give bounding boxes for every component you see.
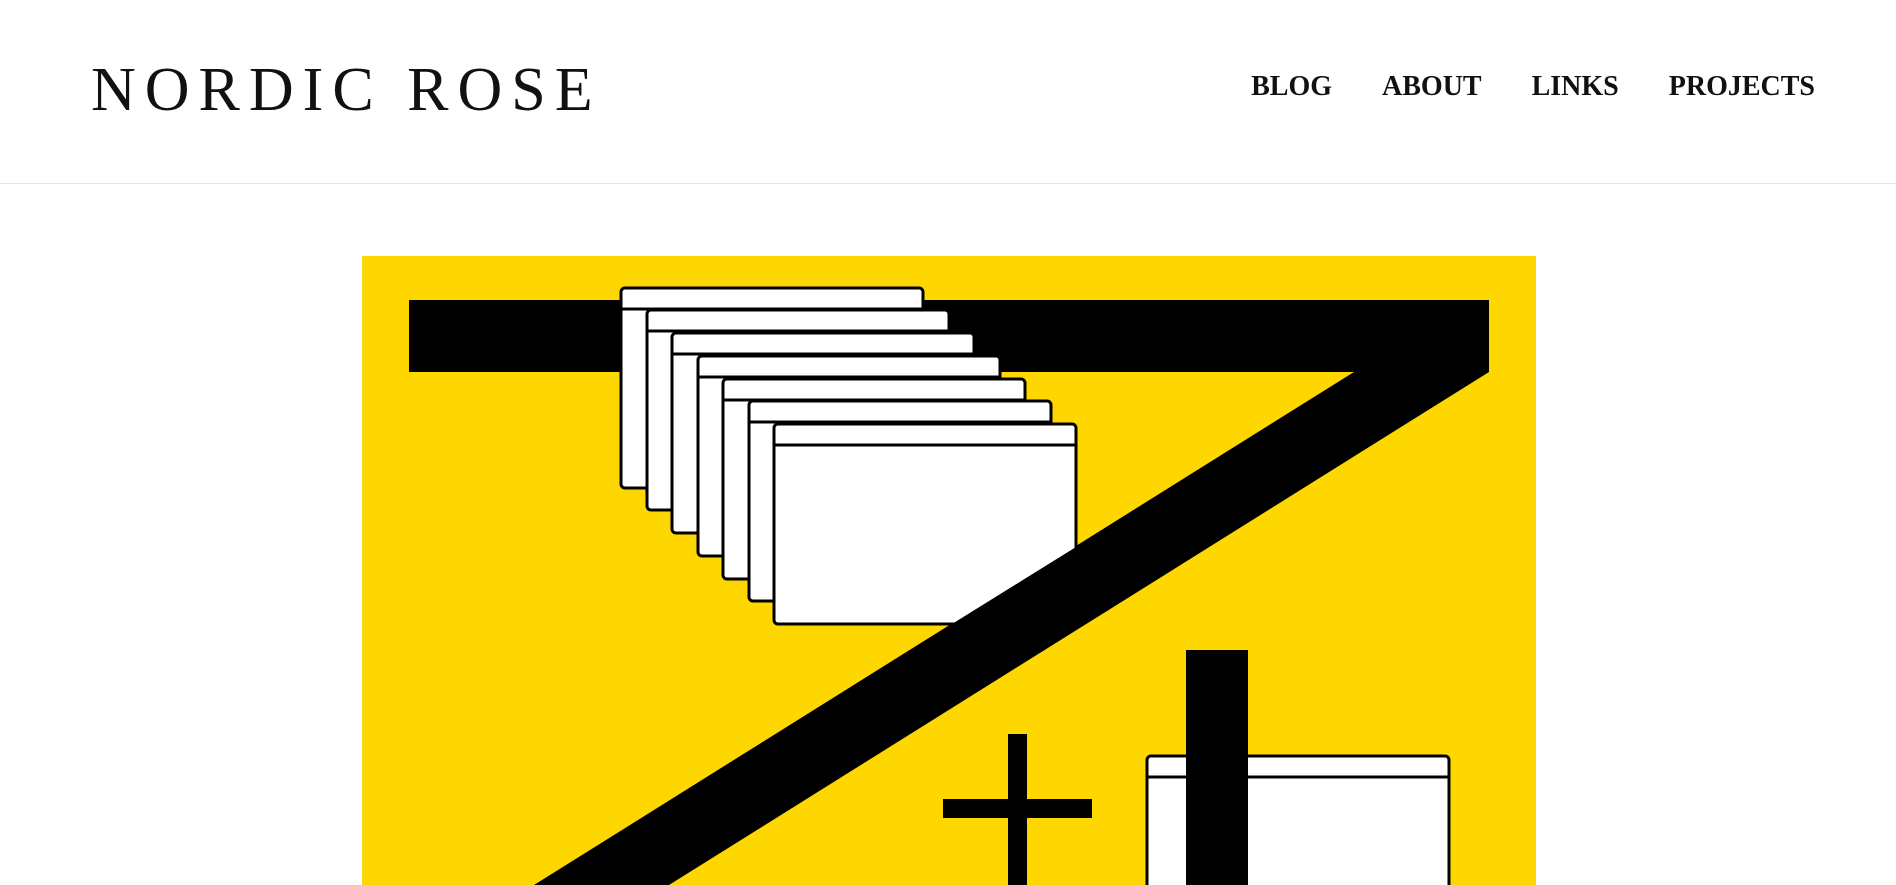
seven-plus-windows-illustration bbox=[362, 256, 1536, 885]
nav-link-projects[interactable]: PROJECTS bbox=[1669, 70, 1815, 104]
site-header: NORDIC ROSE BLOG ABOUT LINKS PROJECTS bbox=[0, 0, 1896, 184]
site-logo[interactable]: NORDIC ROSE bbox=[91, 54, 602, 126]
nav-link-about[interactable]: ABOUT bbox=[1382, 70, 1482, 104]
hero-image bbox=[362, 256, 1536, 885]
nav-link-links[interactable]: LINKS bbox=[1532, 70, 1619, 104]
nav-link-blog[interactable]: BLOG bbox=[1251, 70, 1332, 104]
digit-one-bar bbox=[1186, 650, 1248, 885]
main-nav: BLOG ABOUT LINKS PROJECTS bbox=[1251, 70, 1815, 104]
